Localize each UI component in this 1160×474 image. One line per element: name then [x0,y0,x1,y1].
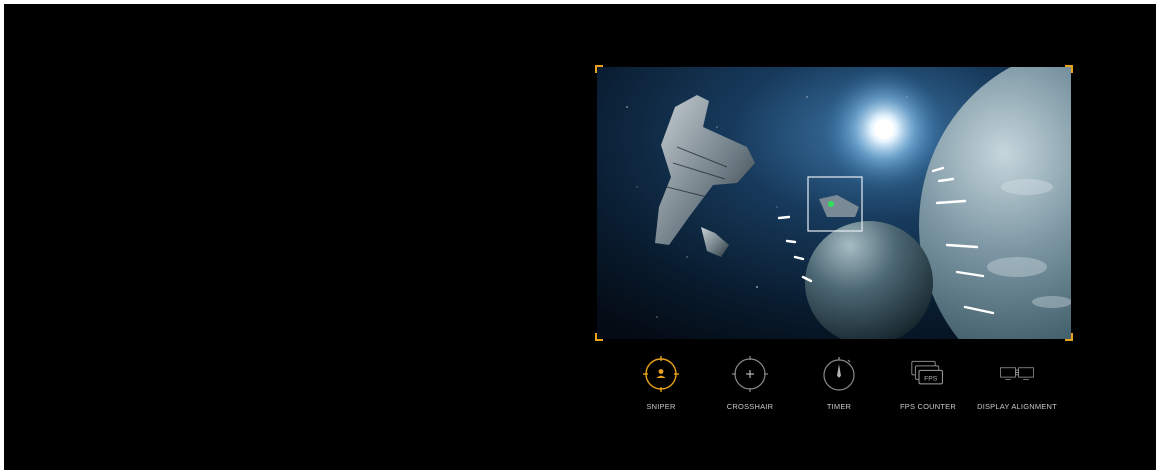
overlay-toolbar: SNIPER CROSSHAIR TIMER FPS FPS COUNTER D… [617,356,1061,422]
tool-timer-label: TIMER [826,402,852,411]
tool-display-alignment-label: DISPLAY ALIGNMENT [977,402,1057,411]
tool-fps-counter-label: FPS COUNTER [900,402,956,411]
tool-display-alignment[interactable]: DISPLAY ALIGNMENT [973,356,1061,422]
frame-corner-top-right [1065,65,1073,73]
sniper-scope-icon [643,356,679,392]
game-preview [595,65,1073,341]
fps-counter-icon: FPS [910,356,946,392]
space-scene-image [597,67,1071,339]
crosshair-icon [732,356,768,392]
app-frame: SNIPER CROSSHAIR TIMER FPS FPS COUNTER D… [4,4,1156,470]
timer-icon [821,356,857,392]
tool-timer[interactable]: TIMER [795,356,883,422]
tool-sniper-label: SNIPER [646,402,676,411]
frame-corner-top-left [595,65,603,73]
frame-corner-bottom-left [595,333,603,341]
display-alignment-icon [999,356,1035,392]
fps-icon-text: FPS [924,375,938,382]
frame-corner-bottom-right [1065,333,1073,341]
tool-fps-counter[interactable]: FPS FPS COUNTER [884,356,972,422]
tool-crosshair-label: CROSSHAIR [726,402,774,411]
tool-sniper[interactable]: SNIPER [617,356,705,422]
tool-crosshair[interactable]: CROSSHAIR [706,356,794,422]
